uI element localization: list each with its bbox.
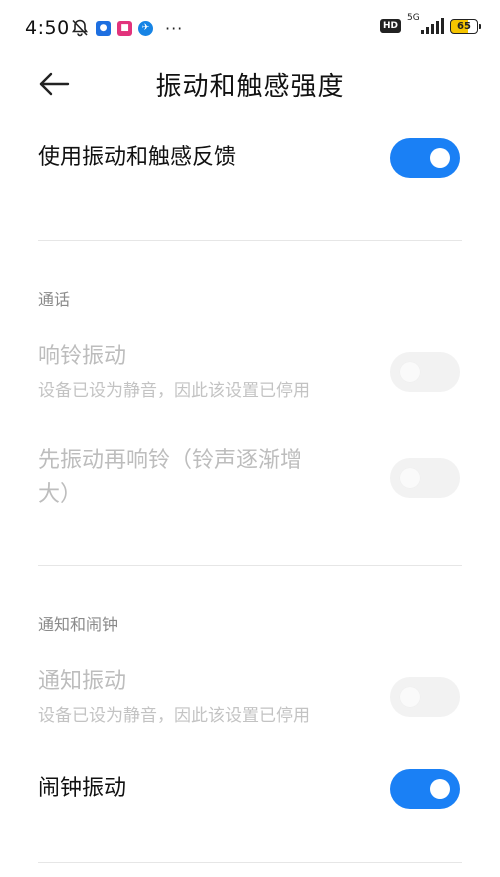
battery-icon: 65 [450,18,481,34]
bell-off-icon [70,18,90,38]
divider [38,565,462,566]
toggle-knob [400,362,420,382]
ramp-ringer-row: 先振动再响铃（铃声逐渐增 大） [38,444,460,514]
notification-vibration-toggle [390,677,460,717]
bird-app-icon: ✈ [138,20,153,36]
battery-level: 65 [457,20,471,32]
toggle-knob [400,687,420,707]
page-title: 振动和触感强度 [155,72,345,102]
divider [38,240,462,241]
network-type: 5G [407,13,420,23]
vibration-feedback-row[interactable]: 使用振动和触感反馈 [38,138,460,178]
shopping-app-icon: ■ [117,20,132,36]
status-time: 4:50 [25,17,70,39]
header: 振动和触感强度 [0,58,500,108]
divider [38,862,462,863]
toggle-knob [430,148,450,168]
more-icon: ··· [165,18,184,38]
vibration-feedback-toggle[interactable] [390,138,460,178]
ringer-vibration-row: 响铃振动 设备已设为静音，因此该设置已停用 [38,340,460,402]
app-notification-icon: ● [96,20,111,36]
hd-badge: HD [379,19,401,33]
section-label-calls: 通话 [38,290,71,309]
alarm-vibration-toggle[interactable] [390,769,460,809]
toggle-knob [400,468,420,488]
status-icons-right: HD 5G 65 [379,13,481,34]
ringer-vibration-toggle [390,352,460,392]
status-bar: 4:50 ● ■ ✈ ··· HD 5G 65 [0,0,500,56]
section-label-notifications: 通知和闹钟 [38,615,119,634]
toggle-knob [430,779,450,799]
ramp-ringer-toggle [390,458,460,498]
notification-vibration-row: 通知振动 设备已设为静音，因此该设置已停用 [38,665,460,727]
alarm-vibration-row[interactable]: 闹钟振动 [38,769,460,809]
signal-icon: 5G [407,13,444,34]
status-icons-left: ● ■ ✈ ··· [70,18,183,38]
